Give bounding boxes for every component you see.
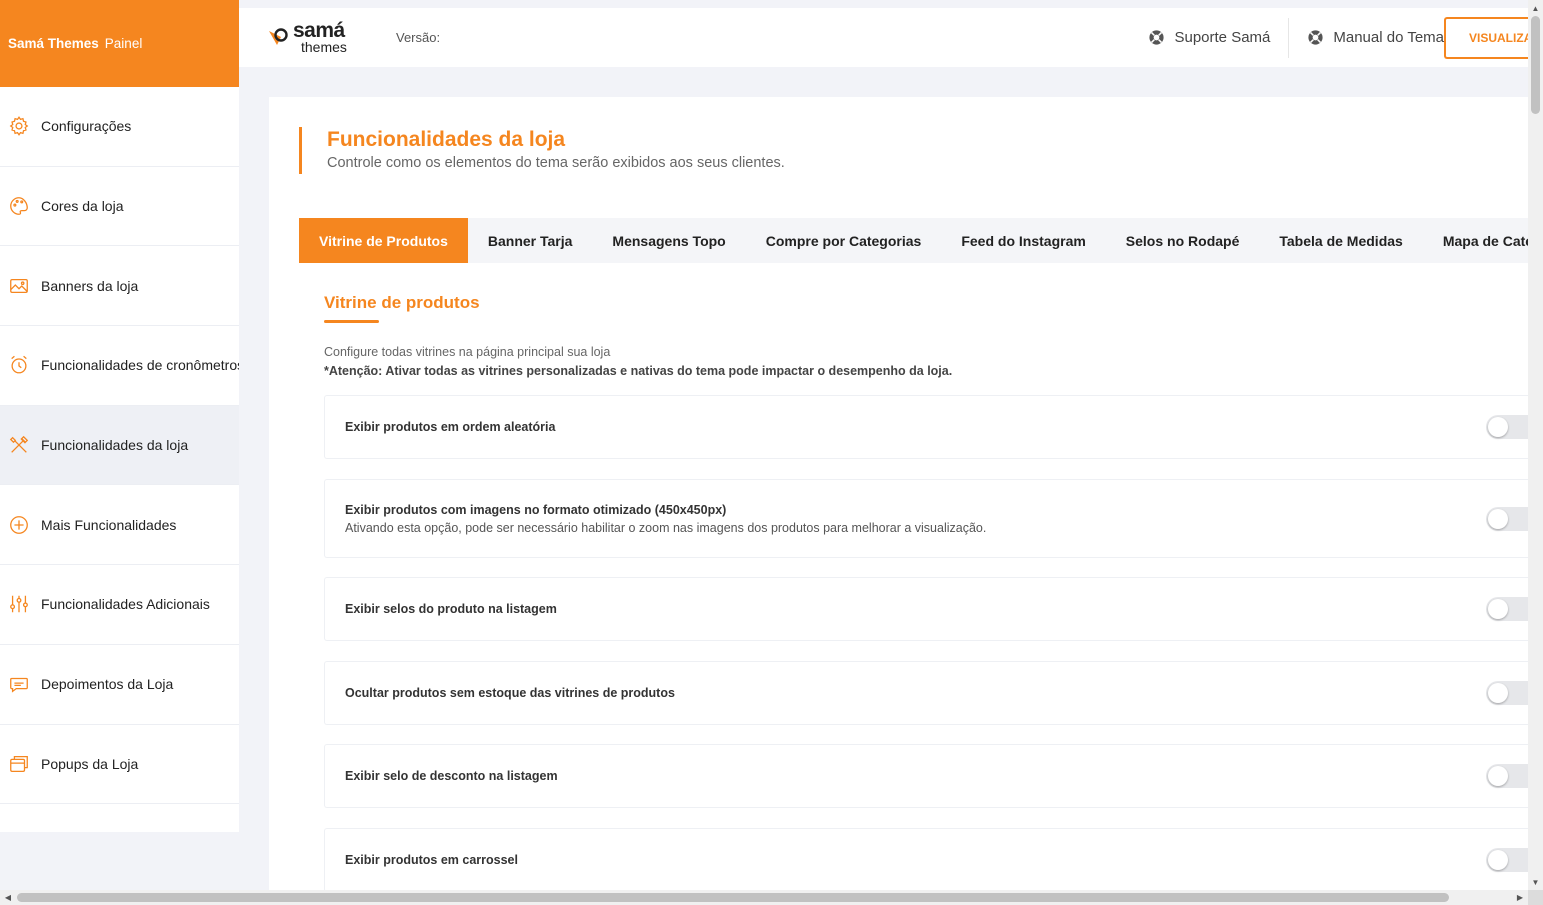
toggle-switch[interactable] [1486,848,1528,872]
option-label: Exibir produtos em ordem aleatória [345,420,556,434]
tab-vitrine-de-produtos[interactable]: Vitrine de Produtos [299,218,468,263]
palette-icon [8,195,30,217]
sidebar-item-funcionalidades-adicionais[interactable]: Funcionalidades Adicionais [0,565,239,645]
sidebar-item-label: Funcionalidades de cronômetros [41,357,239,374]
sidebar-item-label: Funcionalidades Adicionais [41,596,210,613]
tab-selos-no-rodape[interactable]: Selos no Rodapé [1106,218,1260,263]
option-row-hide-out-of-stock: Ocultar produtos sem estoque das vitrine… [324,661,1528,725]
vertical-scroll-thumb[interactable] [1531,16,1540,114]
sidebar: Samá Themes Painel Configurações Cores d… [0,0,239,832]
top-links: Suporte Samá Manual do Tema VISUALIZAR [1130,8,1528,67]
sidebar-item-mais-funcionalidades[interactable]: Mais Funcionalidades [0,485,239,566]
vitrine-section-header: Vitrine de produtos Configure todas vitr… [324,293,1528,381]
option-row-carousel: Exibir produtos em carrossel [324,828,1528,892]
page-header: Funcionalidades da loja Controle como os… [299,127,785,174]
vertical-scrollbar[interactable]: ▲ ▼ [1528,0,1543,890]
sidebar-item-label: Popups da Loja [41,755,139,772]
scroll-up-arrow-icon[interactable]: ▲ [1528,1,1543,15]
manual-link[interactable]: Manual do Tema [1288,17,1444,58]
sidebar-item-label: Configurações [41,118,132,135]
sidebar-item-configuracoes[interactable]: Configurações [0,87,239,167]
toggle-switch[interactable] [1486,415,1528,439]
brand-suffix: Painel [104,36,143,51]
image-icon [8,275,30,297]
tab-banner-tarja[interactable]: Banner Tarja [468,218,593,263]
toggle-switch[interactable] [1486,681,1528,705]
main-card: Funcionalidades da loja Controle como os… [269,97,1543,897]
tools-icon [8,434,30,456]
popup-window-icon [8,753,30,775]
section-underline [324,320,379,323]
option-row-product-seals: Exibir selos do produto na listagem [324,577,1528,641]
tab-mensagens-topo[interactable]: Mensagens Topo [592,218,745,263]
sidebar-item-label: Funcionalidades da loja [41,437,189,454]
tab-feed-do-instagram[interactable]: Feed do Instagram [941,218,1105,263]
section-description: Configure todas vitrines na página princ… [324,345,611,359]
alarm-clock-icon [8,354,30,376]
page-title: Funcionalidades da loja [327,128,566,151]
option-row-discount-seal: Exibir selo de desconto na listagem [324,744,1528,808]
toggle-switch[interactable] [1486,764,1528,788]
sama-logo[interactable]: samá themes [267,18,367,55]
horizontal-scrollbar[interactable]: ◀ ▶ [0,890,1543,905]
view-store-button[interactable]: VISUALIZAR [1444,16,1528,59]
lifebuoy-icon [1149,30,1165,45]
tab-bar: Vitrine de Produtos Banner Tarja Mensage… [299,218,1543,263]
top-bar: samá themes Versão: Suporte Samá Manual … [239,8,1528,67]
sidebar-item-depoimentos[interactable]: Depoimentos da Loja [0,645,239,725]
option-label: Exibir selo de desconto na listagem [345,769,558,783]
brand-name: Samá Themes [8,36,99,51]
toggle-switch[interactable] [1486,506,1528,531]
version-label: Versão: [396,30,441,45]
option-row-optimized-images: Exibir produtos com imagens no formato o… [324,479,1528,558]
option-label: Exibir produtos com imagens no formato o… [345,502,727,517]
tab-tabela-de-medidas[interactable]: Tabela de Medidas [1259,218,1422,263]
sidebar-item-label: Cores da loja [41,198,124,215]
sidebar-item-banners[interactable]: Banners da loja [0,246,239,327]
brand-header[interactable]: Samá Themes Painel [0,0,239,87]
lifebuoy-icon [1308,30,1323,45]
logo-mark-icon [267,25,291,49]
logo-wordmark: samá [293,18,345,42]
option-label: Ocultar produtos sem estoque das vitrine… [345,686,675,700]
sidebar-item-label: Depoimentos da Loja [41,676,174,693]
sidebar-item-label: Banners da loja [41,277,139,294]
manual-link-label: Manual do Tema [1333,29,1444,46]
scroll-right-arrow-icon[interactable]: ▶ [1513,890,1527,905]
option-help-text: Ativando esta opção, pode ser necessário… [345,520,987,535]
tab-compre-por-categorias[interactable]: Compre por Categorias [746,218,942,263]
plus-circle-icon [8,514,30,536]
app-window: Samá Themes Painel Configurações Cores d… [0,0,1543,905]
chat-bubble-icon [8,673,30,695]
toggle-switch[interactable] [1486,597,1528,621]
logo-subtext: themes [301,38,347,55]
support-link[interactable]: Suporte Samá [1130,18,1288,58]
horizontal-scroll-thumb[interactable] [17,893,1449,902]
section-warning: *Atenção: Ativar todas as vitrines perso… [324,364,953,378]
sidebar-item-cores[interactable]: Cores da loja [0,167,239,247]
sidebar-item-popups[interactable]: Popups da Loja [0,725,239,805]
option-row-random-order: Exibir produtos em ordem aleatória [324,395,1528,459]
sidebar-item-funcionalidades-loja[interactable]: Funcionalidades da loja [0,405,239,486]
sidebar-item-label: Mais Funcionalidades [41,516,177,533]
tab-mapa-de-categorias[interactable]: Mapa de Categorias [1423,218,1543,263]
option-label: Exibir produtos em carrossel [345,853,518,867]
scroll-down-arrow-icon[interactable]: ▼ [1528,875,1543,889]
option-label: Exibir selos do produto na listagem [345,602,557,616]
scroll-left-arrow-icon[interactable]: ◀ [1,890,15,905]
sliders-icon [8,593,30,615]
section-title: Vitrine de produtos [324,293,480,312]
scrollbar-corner [1528,890,1543,905]
sidebar-item-cronometros[interactable]: Funcionalidades de cronômetros [0,326,239,406]
gear-icon [8,115,30,137]
support-link-label: Suporte Samá [1174,29,1271,46]
page-subtitle: Controle como os elementos do tema serão… [327,155,785,171]
